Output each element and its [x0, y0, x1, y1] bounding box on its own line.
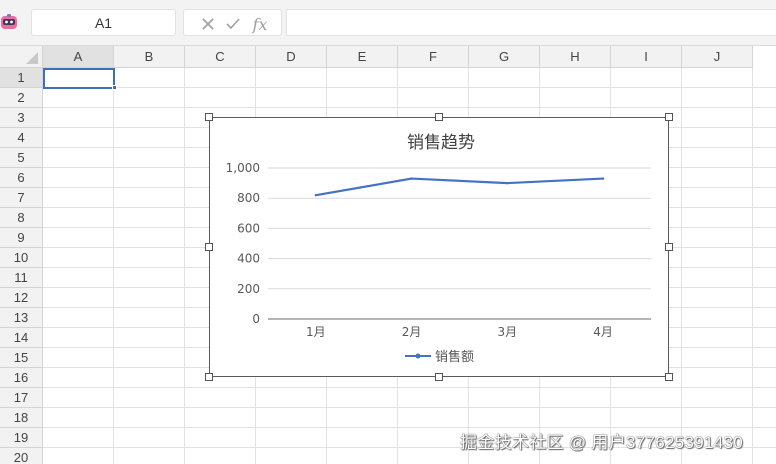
row-header-14[interactable]: 14: [0, 328, 43, 348]
formula-bar: A1 fx: [0, 0, 776, 46]
column-header-e[interactable]: E: [327, 46, 398, 68]
chart-canvas: 销售趋势 0 200 400 600 800 1,000 1月 2月 3月 4月 销售额: [226, 133, 651, 365]
y-tick-label: 800: [237, 191, 260, 205]
row-header-7[interactable]: 7: [0, 188, 43, 208]
x-axis-ticks: 1月 2月 3月 4月: [306, 325, 613, 339]
column-header-a[interactable]: A: [43, 46, 114, 68]
resize-handle-right[interactable]: [665, 243, 673, 251]
column-header-i[interactable]: I: [611, 46, 682, 68]
formula-input[interactable]: [286, 9, 776, 36]
x-tick-label: 1月: [306, 325, 326, 339]
y-axis-ticks: 0 200 400 600 800 1,000: [226, 161, 260, 326]
row-header-13[interactable]: 13: [0, 308, 43, 328]
resize-handle-left[interactable]: [205, 243, 213, 251]
row-header-16[interactable]: 16: [0, 368, 43, 388]
column-header-h[interactable]: H: [540, 46, 611, 68]
y-tick-label: 200: [237, 282, 260, 296]
resize-handle-top[interactable]: [435, 113, 443, 121]
active-cell[interactable]: [43, 68, 115, 89]
row-header-4[interactable]: 4: [0, 128, 43, 148]
row-header-8[interactable]: 8: [0, 208, 43, 228]
x-tick-label: 3月: [498, 325, 518, 339]
resize-handle-bottom[interactable]: [435, 373, 443, 381]
row-header-6[interactable]: 6: [0, 168, 43, 188]
resize-handle-bottom-right[interactable]: [665, 373, 673, 381]
series-point: [314, 193, 318, 197]
column-header-j[interactable]: J: [682, 46, 753, 68]
row-header-11[interactable]: 11: [0, 268, 43, 288]
close-icon[interactable]: [198, 14, 218, 34]
row-header-12[interactable]: 12: [0, 288, 43, 308]
name-box[interactable]: A1: [31, 9, 176, 36]
row-header-19[interactable]: 19: [0, 428, 43, 448]
column-header-c[interactable]: C: [185, 46, 256, 68]
column-header-b[interactable]: B: [114, 46, 185, 68]
chart-gridlines: [268, 167, 651, 320]
watermark: 掘金技术社区 @ 用户377625391430: [460, 433, 744, 452]
y-tick-label: 1,000: [226, 161, 260, 175]
insert-function-button[interactable]: fx: [248, 14, 272, 34]
row-header-5[interactable]: 5: [0, 148, 43, 168]
row-header-2[interactable]: 2: [0, 88, 43, 108]
row-header-10[interactable]: 10: [0, 248, 43, 268]
legend-label: 销售额: [435, 349, 474, 365]
x-tick-label: 4月: [593, 325, 613, 339]
series-point: [601, 177, 605, 180]
resize-handle-top-left[interactable]: [205, 113, 213, 121]
row-header-3[interactable]: 3: [0, 108, 43, 128]
y-tick-label: 0: [252, 312, 260, 326]
series-line: [315, 177, 604, 197]
spreadsheet-app: A1 fx ABCDEFGHIJ 1 2 3 4 5 6 7 8 9 10 11 12 13 14 15 16…: [0, 0, 776, 464]
chart-legend[interactable]: 销售额: [405, 349, 474, 365]
series-point: [410, 177, 413, 180]
series-point: [506, 181, 509, 185]
check-icon[interactable]: [223, 14, 243, 34]
x-tick-label: 2月: [402, 325, 422, 339]
formula-actions: fx: [183, 9, 282, 36]
row-gridline: [43, 107, 776, 108]
fill-handle[interactable]: [112, 85, 117, 90]
line-chart[interactable]: 销售趋势 0 200 400 600 800 1,000 1月 2月 3月 4月 销售额: [209, 117, 669, 377]
resize-handle-top-right[interactable]: [665, 113, 673, 121]
chart-title[interactable]: 销售趋势: [407, 133, 475, 153]
chart-series[interactable]: [314, 177, 605, 197]
column-header-g[interactable]: G: [469, 46, 540, 68]
resize-handle-bottom-left[interactable]: [205, 373, 213, 381]
row-gridline: [43, 407, 776, 408]
row-header-20[interactable]: 20: [0, 448, 43, 464]
column-header-d[interactable]: D: [256, 46, 327, 68]
y-tick-label: 600: [237, 221, 260, 235]
row-header-18[interactable]: 18: [0, 408, 43, 428]
column-header-f[interactable]: F: [398, 46, 469, 68]
row-gridline: [43, 387, 776, 388]
row-header-17[interactable]: 17: [0, 388, 43, 408]
select-all-corner[interactable]: [0, 46, 43, 68]
row-header-9[interactable]: 9: [0, 228, 43, 248]
app-logo-icon[interactable]: [0, 13, 18, 31]
row-gridline: [43, 87, 776, 88]
y-tick-label: 400: [237, 252, 260, 266]
row-header-15[interactable]: 15: [0, 348, 43, 368]
legend-marker-dot: [415, 353, 421, 359]
row-header-1[interactable]: 1: [0, 68, 43, 88]
